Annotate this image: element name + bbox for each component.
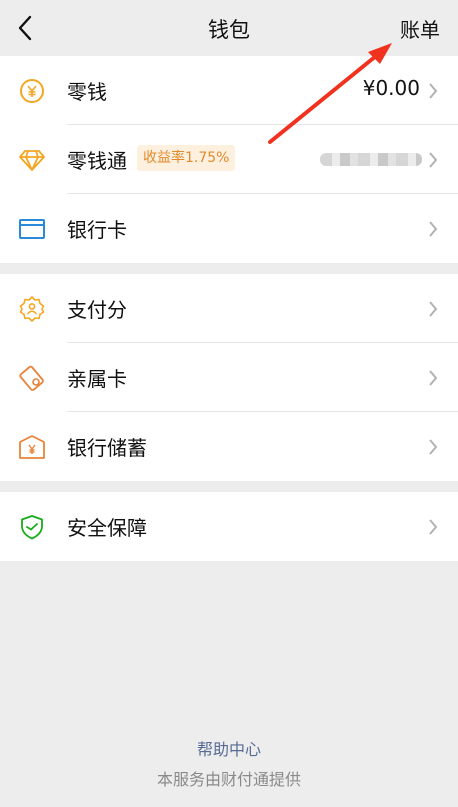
chevron-right-icon	[429, 519, 438, 535]
chevron-right-icon	[429, 221, 438, 237]
bill-button[interactable]: 账单	[400, 14, 440, 43]
list-item-bank-savings[interactable]: 银行储蓄	[0, 412, 458, 481]
bank-card-icon	[18, 216, 46, 242]
change-balance: ¥0.00	[362, 76, 420, 100]
list-item-family-card[interactable]: 亲属卡	[0, 343, 458, 412]
list-item-security[interactable]: 安全保障	[0, 492, 458, 561]
shield-icon	[18, 514, 46, 540]
security-label: 安全保障	[67, 516, 147, 540]
list-item-licaitong[interactable]: 零钱通 收益率1.75%	[0, 125, 458, 194]
wallet-section-2: 支付分 亲属卡 银行储蓄	[0, 274, 458, 481]
blurred-balance	[320, 153, 422, 166]
chevron-right-icon	[429, 370, 438, 386]
family-card-icon	[18, 365, 46, 391]
bank-card-label: 银行卡	[67, 218, 127, 242]
chevron-right-icon	[429, 152, 438, 168]
bank-savings-icon	[18, 434, 46, 460]
chevron-right-icon	[429, 83, 438, 99]
wallet-section-1: 零钱 ¥0.00 零钱通 收益率1.75% 银行卡	[0, 56, 458, 263]
list-item-pay-score[interactable]: 支付分	[0, 274, 458, 343]
list-item-change[interactable]: 零钱 ¥0.00	[0, 56, 458, 125]
navigation-bar: 钱包 账单	[0, 0, 458, 56]
page-title: 钱包	[208, 18, 250, 42]
family-card-label: 亲属卡	[67, 367, 127, 391]
service-provider-note: 本服务由财付通提供	[156, 770, 301, 789]
help-center-link[interactable]: 帮助中心	[0, 736, 458, 760]
change-label: 零钱	[67, 80, 107, 104]
pay-score-label: 支付分	[67, 298, 127, 322]
yen-coin-icon	[18, 78, 46, 104]
chevron-right-icon	[429, 439, 438, 455]
diamond-icon	[18, 147, 46, 173]
bank-savings-label: 银行储蓄	[67, 436, 147, 460]
list-item-bank-card[interactable]: 银行卡	[0, 194, 458, 263]
chevron-right-icon	[429, 301, 438, 317]
pay-score-icon	[18, 296, 46, 322]
licaitong-label: 零钱通	[67, 149, 127, 173]
yield-badge: 收益率1.75%	[137, 145, 236, 171]
wallet-section-3: 安全保障	[0, 492, 458, 561]
